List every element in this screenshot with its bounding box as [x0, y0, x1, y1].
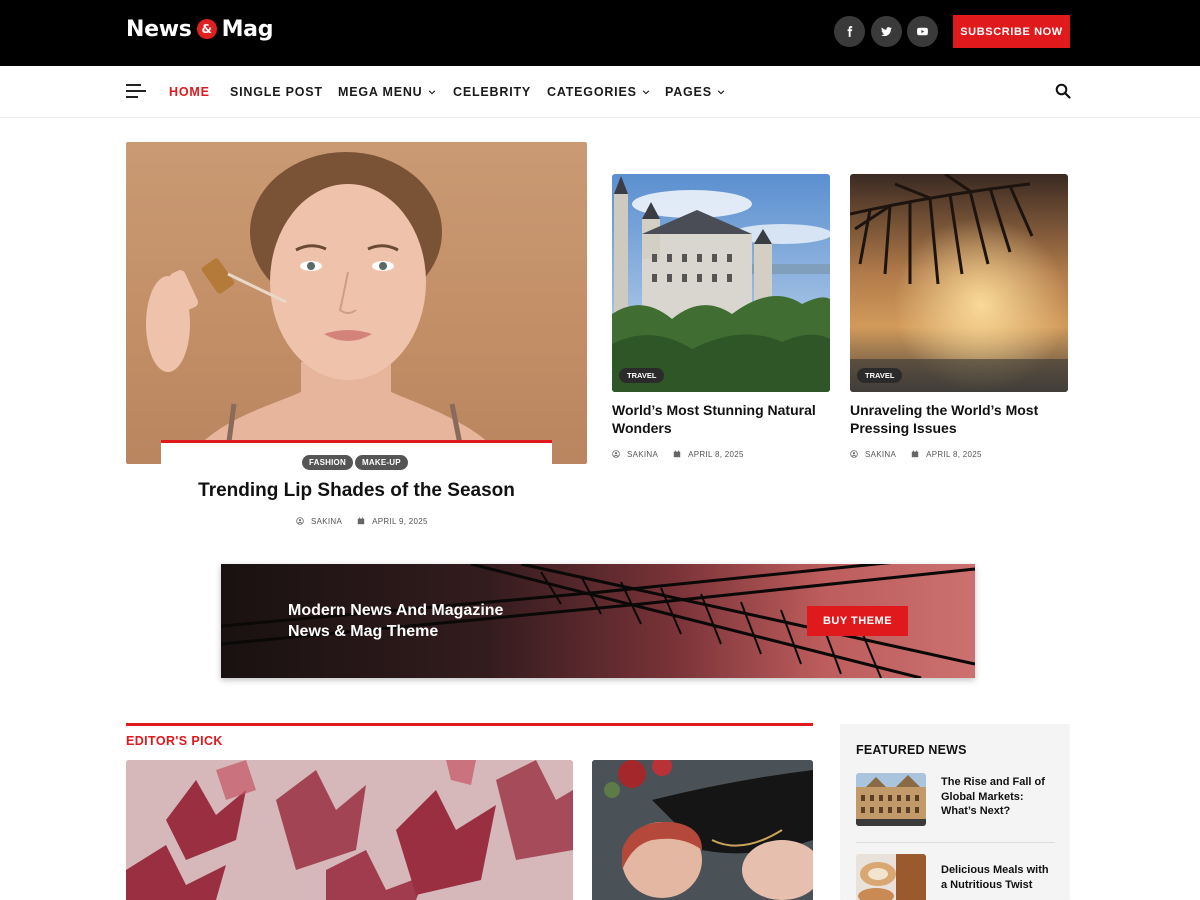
- author-name[interactable]: SAKINA: [627, 450, 658, 459]
- card-meta-1: SAKINA APRIL 8, 2025: [612, 448, 744, 460]
- logo-ampersand: &: [196, 19, 217, 39]
- featured-title-1[interactable]: The Rise and Fall of Global Markets: What’…: [941, 775, 1059, 819]
- card-image-castle[interactable]: [612, 174, 830, 392]
- user-icon: [612, 450, 620, 458]
- user-icon: [850, 450, 858, 458]
- author-name[interactable]: SAKINA: [865, 450, 896, 459]
- buy-theme-button[interactable]: BUY THEME: [807, 606, 908, 636]
- author-name[interactable]: SAKINA: [311, 517, 342, 526]
- editors-pick-heading: EDITOR'S PICK: [126, 734, 223, 748]
- featured-thumb-1[interactable]: [856, 773, 926, 826]
- nav-item-home[interactable]: HOME: [169, 84, 210, 100]
- post-date: APRIL 8, 2025: [688, 449, 744, 459]
- hamburger-menu-icon[interactable]: [126, 84, 146, 98]
- editors-pick-image-leaves[interactable]: [126, 760, 573, 900]
- chevron-down-icon: [717, 90, 725, 95]
- post-date: APRIL 8, 2025: [926, 449, 982, 459]
- user-icon: [296, 517, 304, 525]
- search-icon[interactable]: [1055, 83, 1071, 99]
- tag-travel[interactable]: TRAVEL: [619, 368, 665, 383]
- chevron-down-icon: [642, 90, 649, 95]
- calendar-icon: [357, 517, 365, 525]
- hero-title[interactable]: Trending Lip Shades of the Season: [161, 480, 552, 502]
- tag-make-up[interactable]: MAKE-UP: [355, 455, 408, 470]
- tag-fashion[interactable]: FASHION: [302, 455, 353, 470]
- banner-text: Modern News And Magazine News & Mag Them…: [288, 600, 588, 642]
- card-image-palm-sunset[interactable]: [850, 174, 1068, 392]
- card-title-1[interactable]: World’s Most Stunning Natural Wonders: [612, 401, 834, 437]
- twitter-icon[interactable]: [871, 16, 902, 47]
- nav-item-pages[interactable]: PAGES: [665, 84, 725, 100]
- nav-item-categories[interactable]: CATEGORIES: [547, 84, 650, 100]
- banner-line-2: News & Mag Theme: [288, 623, 439, 640]
- facebook-icon[interactable]: [834, 16, 865, 47]
- featured-thumb-2[interactable]: [856, 854, 926, 900]
- tag-travel[interactable]: TRAVEL: [857, 368, 903, 383]
- featured-divider: [856, 842, 1055, 843]
- subscribe-button[interactable]: SUBSCRIBE NOW: [953, 15, 1070, 48]
- card-title-2[interactable]: Unraveling the World’s Most Pressing Issu…: [850, 401, 1072, 437]
- calendar-icon: [911, 450, 919, 458]
- site-logo[interactable]: News & Mag: [126, 14, 273, 44]
- card-meta-2: SAKINA APRIL 8, 2025: [850, 448, 982, 460]
- banner-line-1: Modern News And Magazine: [288, 602, 504, 619]
- logo-text-news: News: [126, 16, 192, 42]
- featured-title-2[interactable]: Delicious Meals with a Nutritious Twist: [941, 863, 1059, 892]
- chevron-down-icon: [428, 90, 435, 95]
- section-divider: [126, 723, 813, 726]
- nav-item-mega-menu[interactable]: MEGA MENU: [338, 84, 436, 100]
- youtube-icon[interactable]: [907, 16, 938, 47]
- nav-item-celebrity[interactable]: CELEBRITY: [453, 84, 531, 100]
- hero-meta: SAKINA APRIL 9, 2025: [296, 515, 428, 527]
- calendar-icon: [673, 450, 681, 458]
- nav-item-single-post[interactable]: SINGLE POST: [230, 84, 323, 100]
- logo-text-mag: Mag: [221, 16, 274, 42]
- featured-news-heading: FEATURED NEWS: [856, 743, 967, 757]
- hero-image[interactable]: [126, 142, 587, 464]
- editors-pick-image-portrait[interactable]: [592, 760, 813, 900]
- post-date: APRIL 9, 2025: [372, 516, 428, 526]
